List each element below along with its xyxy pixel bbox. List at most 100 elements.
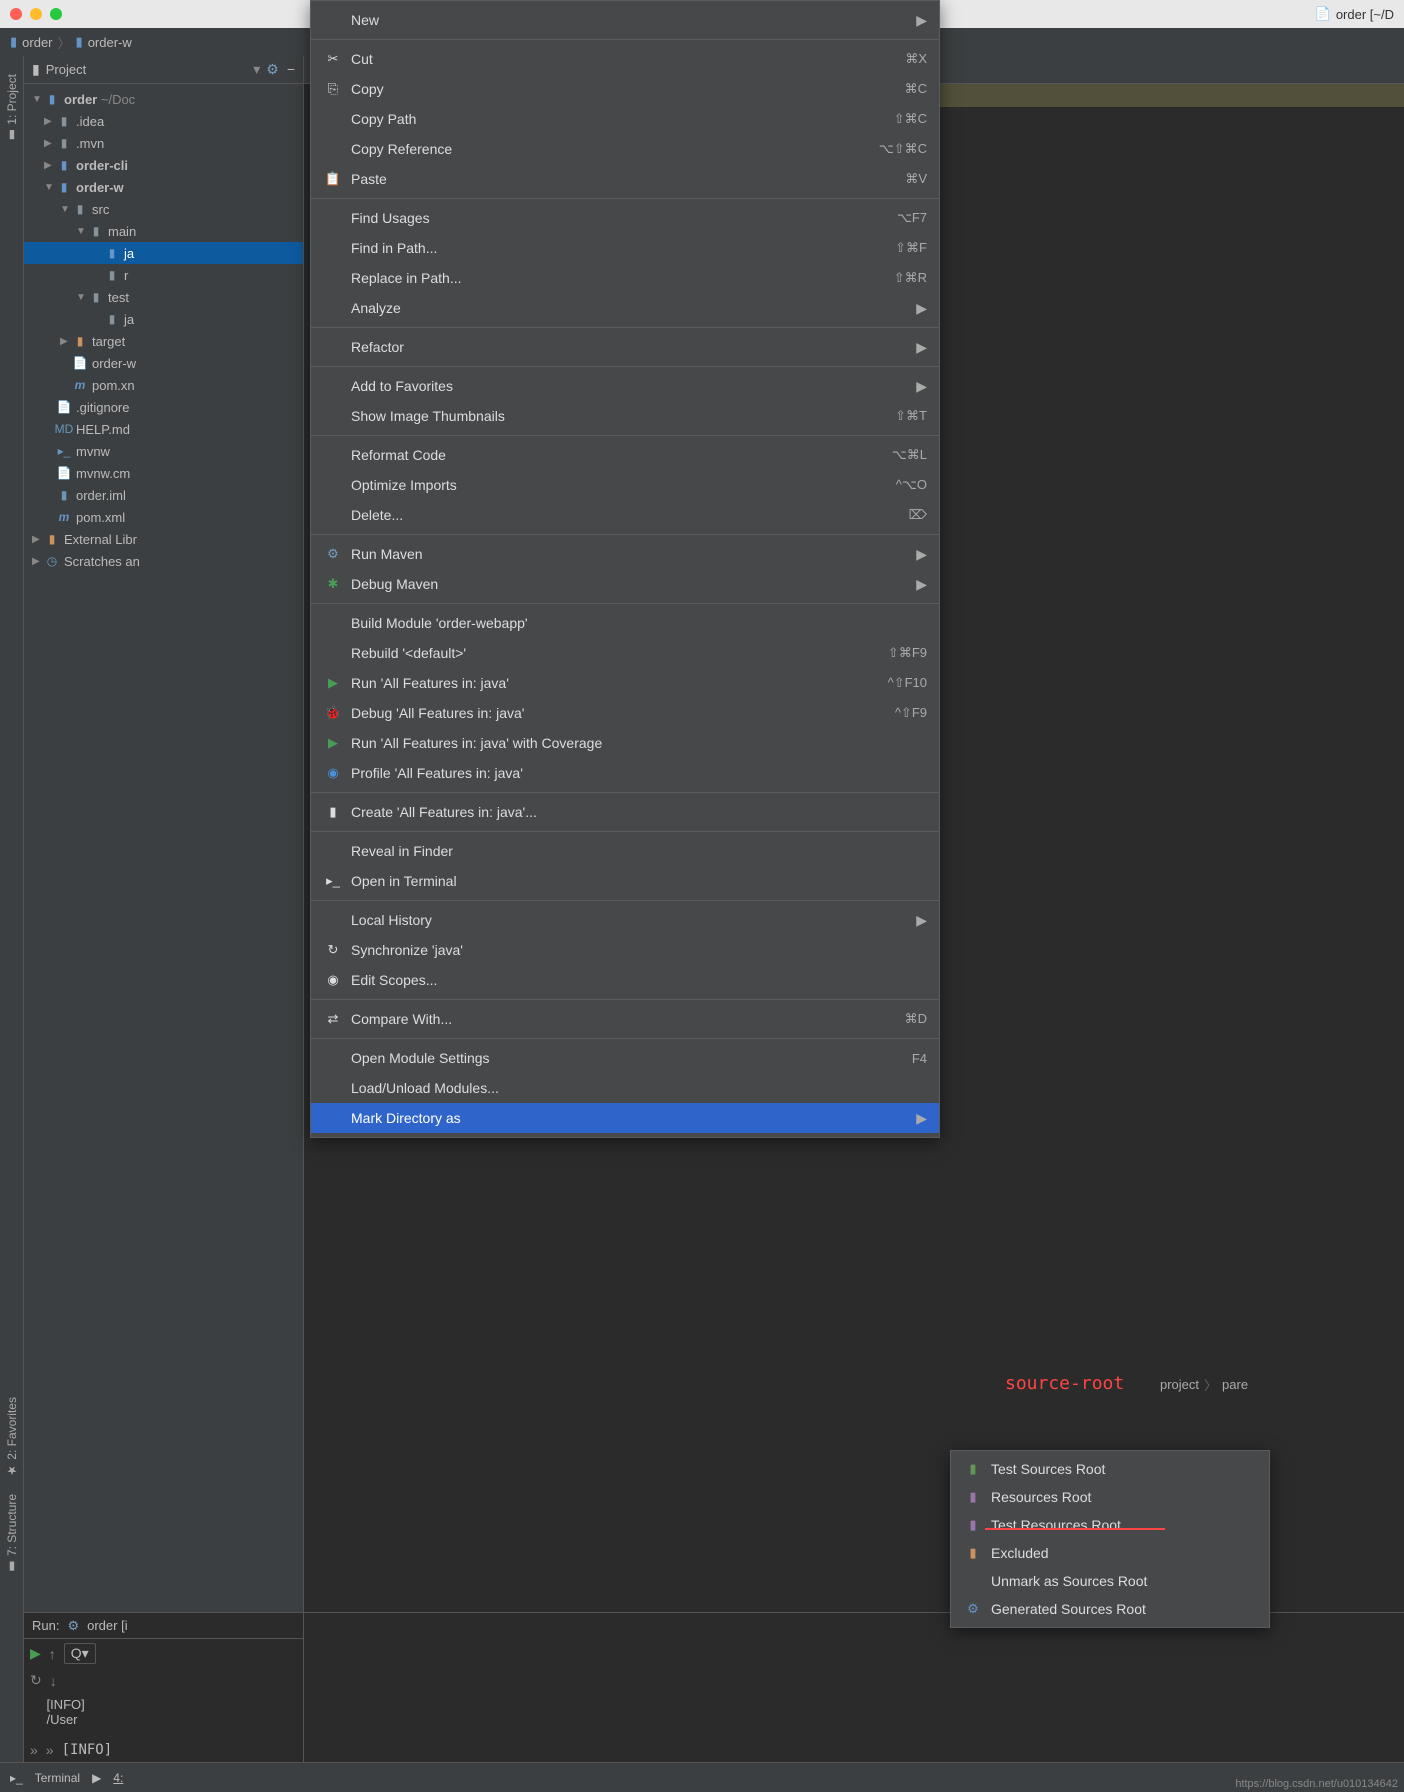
project-panel: ▮ Project ▾ ⚙ − ▼▮order ~/Doc ▶▮.idea ▶▮… — [24, 56, 304, 1762]
menu-load-unload[interactable]: Load/Unload Modules... — [311, 1073, 939, 1103]
terminal-icon[interactable]: ▸_ — [10, 1771, 23, 1785]
run-output: [INFO] /User — [24, 1693, 303, 1738]
menu-run-coverage[interactable]: ▶Run 'All Features in: java' with Covera… — [311, 728, 939, 758]
bottom-panel: Run: ⚙ order [i ▶ ↑ Q▾ ↻ ↓ [INFO] /User … — [24, 1612, 1404, 1762]
gear-icon: ⚙ — [67, 1618, 79, 1634]
menu-open-module-settings[interactable]: Open Module SettingsF4 — [311, 1043, 939, 1073]
status-terminal[interactable]: Terminal — [35, 1771, 80, 1785]
menu-rebuild[interactable]: Rebuild '<default>'⇧⌘F9 — [311, 638, 939, 668]
menu-delete[interactable]: Delete...⌦ — [311, 500, 939, 530]
submenu-test-resources[interactable]: ▮Test Resources Root — [951, 1511, 1269, 1539]
tree-item[interactable]: ▮ja — [24, 308, 303, 330]
tree-root[interactable]: ▼▮order ~/Doc — [24, 88, 303, 110]
folder-icon: ▮ — [10, 34, 17, 50]
menu-reformat[interactable]: Reformat Code⌥⌘L — [311, 440, 939, 470]
tree-item[interactable]: ▼▮test — [24, 286, 303, 308]
menu-copy-path[interactable]: Copy Path⇧⌘C — [311, 104, 939, 134]
menu-show-thumbnails[interactable]: Show Image Thumbnails⇧⌘T — [311, 401, 939, 431]
tree-item[interactable]: ▶▮target — [24, 330, 303, 352]
menu-optimize[interactable]: Optimize Imports^⌥O — [311, 470, 939, 500]
menu-create-all[interactable]: ▮Create 'All Features in: java'... — [311, 797, 939, 827]
menu-debug-all[interactable]: 🐞Debug 'All Features in: java'^⇧F9 — [311, 698, 939, 728]
tree-item[interactable]: ▮order.iml — [24, 484, 303, 506]
breadcrumb-item[interactable]: order-w — [88, 35, 132, 50]
menu-new[interactable]: New▶ — [311, 5, 939, 35]
run-config[interactable]: order [i — [87, 1618, 127, 1633]
play-icon[interactable]: ▶ — [30, 1645, 41, 1662]
sidebar-tab-project[interactable]: ▮1: Project — [3, 66, 21, 151]
submenu-test-sources[interactable]: ▮Test Sources Root — [951, 1455, 1269, 1483]
menu-find-in-path[interactable]: Find in Path...⇧⌘F — [311, 233, 939, 263]
menu-build-module[interactable]: Build Module 'order-webapp' — [311, 608, 939, 638]
breadcrumb-item[interactable]: project — [1160, 1377, 1199, 1392]
submenu-resources[interactable]: ▮Resources Root — [951, 1483, 1269, 1511]
tree-item-selected[interactable]: ▮ja — [24, 242, 303, 264]
menu-edit-scopes[interactable]: ◉Edit Scopes... — [311, 965, 939, 995]
submenu-generated[interactable]: ⚙Generated Sources Root — [951, 1595, 1269, 1623]
menu-analyze[interactable]: Analyze▶ — [311, 293, 939, 323]
menu-separator — [311, 435, 939, 436]
minimize-button[interactable] — [30, 8, 42, 20]
menu-separator — [311, 603, 939, 604]
gear-icon[interactable]: ⚙ — [266, 61, 279, 78]
breadcrumb-item[interactable]: pare — [1222, 1377, 1248, 1392]
rerun-icon[interactable]: ↻ — [30, 1672, 42, 1689]
submenu-unmark[interactable]: Unmark as Sources Root — [951, 1567, 1269, 1595]
tree-item[interactable]: mpom.xn — [24, 374, 303, 396]
menu-mark-directory[interactable]: Mark Directory as▶ — [311, 1103, 939, 1133]
traffic-lights — [10, 8, 62, 20]
down-arrow-icon[interactable]: ↓ — [50, 1673, 57, 1689]
tree-item[interactable]: ▼▮main — [24, 220, 303, 242]
status-four[interactable]: 4: — [113, 1771, 123, 1785]
menu-cut[interactable]: ✂Cut⌘X — [311, 44, 939, 74]
tree-item[interactable]: ▸_mvnw — [24, 440, 303, 462]
tree-item[interactable]: ▶▮External Libr — [24, 528, 303, 550]
minimize-icon[interactable]: − — [287, 61, 295, 78]
breadcrumb-item[interactable]: order — [22, 35, 52, 50]
menu-reveal-finder[interactable]: Reveal in Finder — [311, 836, 939, 866]
menu-synchronize[interactable]: ↻Synchronize 'java' — [311, 935, 939, 965]
search-input[interactable]: Q▾ — [64, 1643, 96, 1664]
run-toolbar: ▶ ↑ Q▾ — [24, 1639, 303, 1668]
sidebar-tab-favorites[interactable]: ★2: Favorites — [3, 1389, 21, 1486]
menu-refactor[interactable]: Refactor▶ — [311, 332, 939, 362]
menu-compare[interactable]: ⇄Compare With...⌘D — [311, 1004, 939, 1034]
tree-item[interactable]: MDHELP.md — [24, 418, 303, 440]
menu-add-favorites[interactable]: Add to Favorites▶ — [311, 371, 939, 401]
menu-profile[interactable]: ◉Profile 'All Features in: java' — [311, 758, 939, 788]
tree-item[interactable]: 📄order-w — [24, 352, 303, 374]
menu-run-all[interactable]: ▶Run 'All Features in: java'^⇧F10 — [311, 668, 939, 698]
menu-copy-reference[interactable]: Copy Reference⌥⇧⌘C — [311, 134, 939, 164]
tree-item[interactable]: 📄.gitignore — [24, 396, 303, 418]
tree-item[interactable]: ▶▮.mvn — [24, 132, 303, 154]
tree-item[interactable]: ▮r — [24, 264, 303, 286]
maximize-button[interactable] — [50, 8, 62, 20]
menu-paste[interactable]: 📋Paste⌘V — [311, 164, 939, 194]
up-arrow-icon[interactable]: ↑ — [49, 1646, 56, 1662]
submenu-excluded[interactable]: ▮Excluded — [951, 1539, 1269, 1567]
more-icon[interactable]: » — [30, 1742, 38, 1758]
tree-item[interactable]: ▶◷Scratches an — [24, 550, 303, 572]
tree-item[interactable]: ▼▮order-w — [24, 176, 303, 198]
menu-replace-in-path[interactable]: Replace in Path...⇧⌘R — [311, 263, 939, 293]
title-text: order [~/D — [1336, 7, 1394, 22]
tree-item[interactable]: 📄mvnw.cm — [24, 462, 303, 484]
menu-copy[interactable]: ⎘Copy⌘C — [311, 74, 939, 104]
tree-item[interactable]: ▼▮src — [24, 198, 303, 220]
menu-debug-maven[interactable]: ✱Debug Maven▶ — [311, 569, 939, 599]
menu-local-history[interactable]: Local History▶ — [311, 905, 939, 935]
menu-find-usages[interactable]: Find Usages⌥F7 — [311, 203, 939, 233]
context-menu: New▶ ✂Cut⌘X ⎘Copy⌘C Copy Path⇧⌘C Copy Re… — [310, 0, 940, 1138]
more-icon[interactable]: » — [46, 1742, 54, 1758]
project-tree[interactable]: ▼▮order ~/Doc ▶▮.idea ▶▮.mvn ▶▮order-cli… — [24, 84, 303, 1762]
annotation-source-root: source-root — [1005, 1373, 1124, 1394]
menu-open-terminal[interactable]: ▸_Open in Terminal — [311, 866, 939, 896]
menu-run-maven[interactable]: ⚙Run Maven▶ — [311, 539, 939, 569]
dropdown-arrow-icon[interactable]: ▾ — [253, 61, 260, 78]
panel-title[interactable]: Project — [46, 62, 248, 77]
sidebar-tab-structure[interactable]: ▮7: Structure — [3, 1486, 21, 1582]
tree-item[interactable]: ▶▮.idea — [24, 110, 303, 132]
tree-item[interactable]: ▶▮order-cli — [24, 154, 303, 176]
tree-item[interactable]: mpom.xml — [24, 506, 303, 528]
close-button[interactable] — [10, 8, 22, 20]
